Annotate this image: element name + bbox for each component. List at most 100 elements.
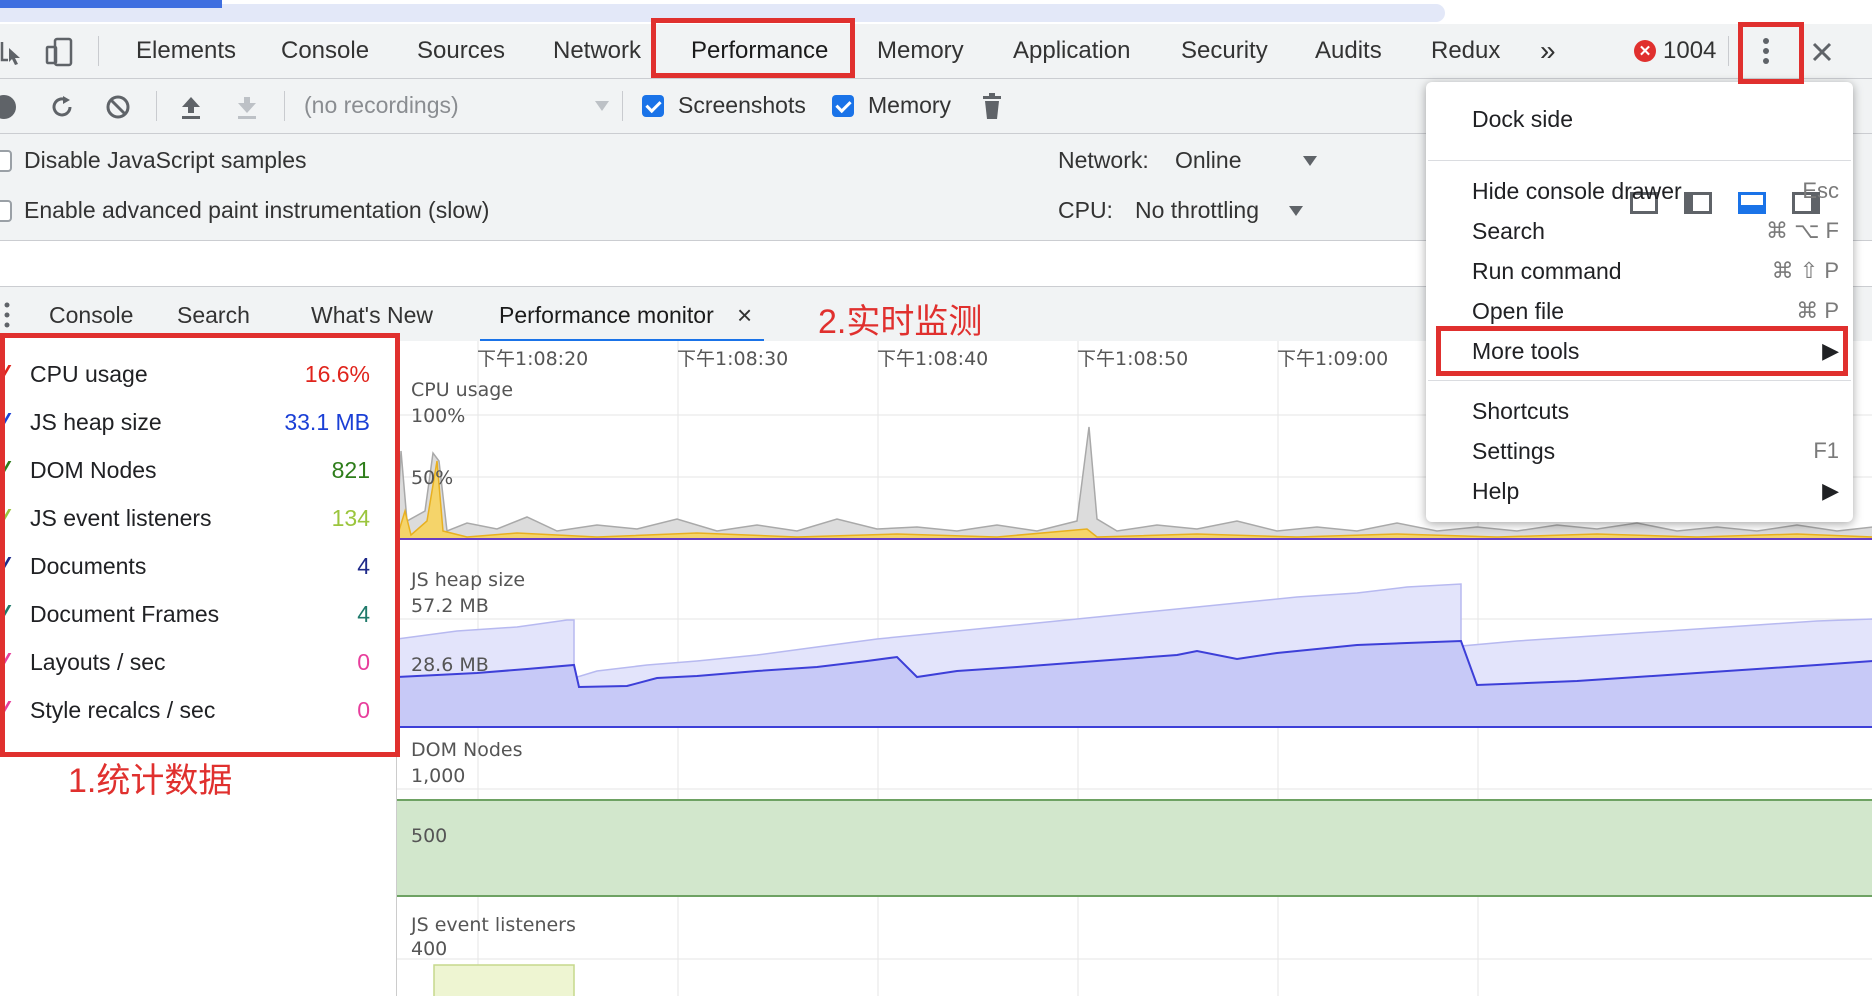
metric-style-recalcs-per-sec[interactable]: Style recalcs / sec 0 xyxy=(0,687,380,735)
advanced-paint-checkbox[interactable] xyxy=(0,200,12,222)
cpu-throttle-select[interactable]: No throttling xyxy=(1135,197,1259,224)
tab-application[interactable]: Application xyxy=(1013,24,1130,78)
menu-item-help[interactable]: Help ▶ xyxy=(1426,472,1853,512)
js-event-listeners-chart: JS event listeners 400 xyxy=(397,914,1872,996)
axis-label: 57.2 MB xyxy=(411,595,489,617)
metric-label: JS event listeners xyxy=(30,505,212,531)
menu-item-settings[interactable]: Settings F1 xyxy=(1426,432,1853,472)
dom-nodes-chart: DOM Nodes 1,000 500 xyxy=(397,739,1872,897)
drawer-tab-performance-monitor[interactable]: Performance monitor xyxy=(499,287,714,343)
menu-item-open-file[interactable]: Open file ⌘ P xyxy=(1426,292,1853,332)
metric-value: 134 xyxy=(331,505,370,531)
loading-progress xyxy=(0,0,222,8)
menu-item-label: Search xyxy=(1472,218,1545,244)
menu-item-label: Open file xyxy=(1472,298,1565,324)
close-devtools-icon[interactable] xyxy=(1808,38,1836,66)
upload-icon[interactable] xyxy=(178,93,204,121)
screenshots-checkbox[interactable] xyxy=(642,95,664,117)
submenu-arrow-icon: ▶ xyxy=(1822,478,1839,503)
menu-separator xyxy=(1428,380,1851,381)
tab-security[interactable]: Security xyxy=(1181,24,1268,78)
tab-console[interactable]: Console xyxy=(281,24,369,78)
chevron-down-icon xyxy=(1288,204,1304,218)
menu-item-label: Shortcuts xyxy=(1472,398,1570,424)
toolbar-separator xyxy=(156,91,157,121)
close-tab-icon[interactable]: × xyxy=(737,287,752,343)
tab-performance[interactable]: Performance xyxy=(691,24,828,78)
disable-js-samples-label: Disable JavaScript samples xyxy=(24,147,307,173)
realtime-annotation: 2.实时监测 xyxy=(818,303,983,341)
reload-record-icon[interactable] xyxy=(48,93,76,121)
tab-network[interactable]: Network xyxy=(553,24,641,78)
recordings-select[interactable]: (no recordings) xyxy=(304,92,459,119)
tab-redux[interactable]: Redux xyxy=(1431,24,1500,78)
time-tick: 下午1:08:20 xyxy=(477,348,588,370)
chart-title: JS event listeners xyxy=(410,914,576,936)
menu-item-shortcut: F1 xyxy=(1813,438,1839,463)
dom-nodes-area xyxy=(397,800,1872,896)
network-throttle-select[interactable]: Online xyxy=(1175,147,1241,174)
drawer-menu-icon[interactable] xyxy=(2,299,12,331)
metric-label: DOM Nodes xyxy=(30,457,157,483)
menu-item-shortcuts[interactable]: Shortcuts xyxy=(1426,392,1853,432)
listeners-area xyxy=(433,964,575,996)
stats-annotation: 1.统计数据 xyxy=(68,762,233,800)
chevron-down-icon xyxy=(594,99,610,113)
dock-side-label: Dock side xyxy=(1472,106,1573,132)
metric-value: 16.6% xyxy=(304,361,370,387)
tab-audits[interactable]: Audits xyxy=(1315,24,1382,78)
toolbar-separator xyxy=(284,91,285,121)
toolbar-separator xyxy=(622,91,623,121)
metric-document-frames[interactable]: Document Frames 4 xyxy=(0,591,380,639)
time-tick: 下午1:09:00 xyxy=(1277,348,1388,370)
network-label: Network: xyxy=(1058,147,1149,173)
metric-color-swatch xyxy=(0,653,12,675)
menu-item-more-tools[interactable]: More tools ▶ xyxy=(1426,332,1853,372)
metric-js-event-listeners[interactable]: JS event listeners 134 xyxy=(0,495,380,543)
metric-documents[interactable]: Documents 4 xyxy=(0,543,380,591)
devtools-tab-bar: Elements Console Sources Network Perform… xyxy=(0,24,1872,79)
clear-icon[interactable] xyxy=(104,93,132,121)
axis-label: 50% xyxy=(411,467,453,489)
submenu-arrow-icon: ▶ xyxy=(1822,338,1839,363)
tab-memory[interactable]: Memory xyxy=(877,24,964,78)
device-toolbar-icon[interactable] xyxy=(44,36,76,68)
menu-item-run-command[interactable]: Run command ⌘ ⇧ P xyxy=(1426,252,1853,292)
metric-layouts-per-sec[interactable]: Layouts / sec 0 xyxy=(0,639,380,687)
menu-item-label: Help xyxy=(1472,478,1520,504)
advanced-paint-label: Enable advanced paint instrumentation (s… xyxy=(24,197,490,223)
metric-label: Documents xyxy=(30,553,147,579)
time-tick: 下午1:08:30 xyxy=(677,348,788,370)
menu-item-label: More tools xyxy=(1472,338,1580,364)
kebab-menu-icon[interactable] xyxy=(1752,34,1780,68)
metric-color-swatch xyxy=(0,605,12,627)
axis-label: 500 xyxy=(411,825,447,847)
metric-color-swatch xyxy=(0,557,12,579)
metric-label: Layouts / sec xyxy=(30,649,166,675)
trash-icon[interactable] xyxy=(980,92,1004,120)
disable-js-samples-checkbox[interactable] xyxy=(0,150,12,172)
record-icon[interactable] xyxy=(0,95,16,119)
chart-title: CPU usage xyxy=(411,379,513,401)
metric-js-heap-size[interactable]: JS heap size 33.1 MB xyxy=(0,399,380,447)
axis-label: 28.6 MB xyxy=(411,654,489,676)
tab-elements[interactable]: Elements xyxy=(136,24,236,78)
more-tabs-button[interactable]: » xyxy=(1540,24,1556,78)
menu-item-label: Settings xyxy=(1472,438,1556,464)
menu-item-search[interactable]: Search ⌘ ⌥ F xyxy=(1426,212,1853,252)
download-icon[interactable] xyxy=(234,93,260,121)
axis-label: 100% xyxy=(411,405,465,427)
metric-label: Document Frames xyxy=(30,601,220,627)
metric-dom-nodes[interactable]: DOM Nodes 821 xyxy=(0,447,380,495)
menu-item-shortcut: Esc xyxy=(1802,178,1839,203)
inspect-element-icon[interactable] xyxy=(0,38,24,66)
metric-color-swatch xyxy=(0,461,12,483)
error-icon: ✕ xyxy=(1634,40,1656,62)
memory-checkbox[interactable] xyxy=(832,95,854,117)
chart-title: JS heap size xyxy=(410,569,525,591)
metric-cpu-usage[interactable]: CPU usage 16.6% xyxy=(0,351,380,399)
metric-value: 4 xyxy=(357,601,370,627)
menu-item-hide-console-drawer[interactable]: Hide console drawer Esc xyxy=(1426,172,1853,212)
error-count[interactable]: 1004 xyxy=(1663,24,1716,78)
tab-sources[interactable]: Sources xyxy=(417,24,505,78)
